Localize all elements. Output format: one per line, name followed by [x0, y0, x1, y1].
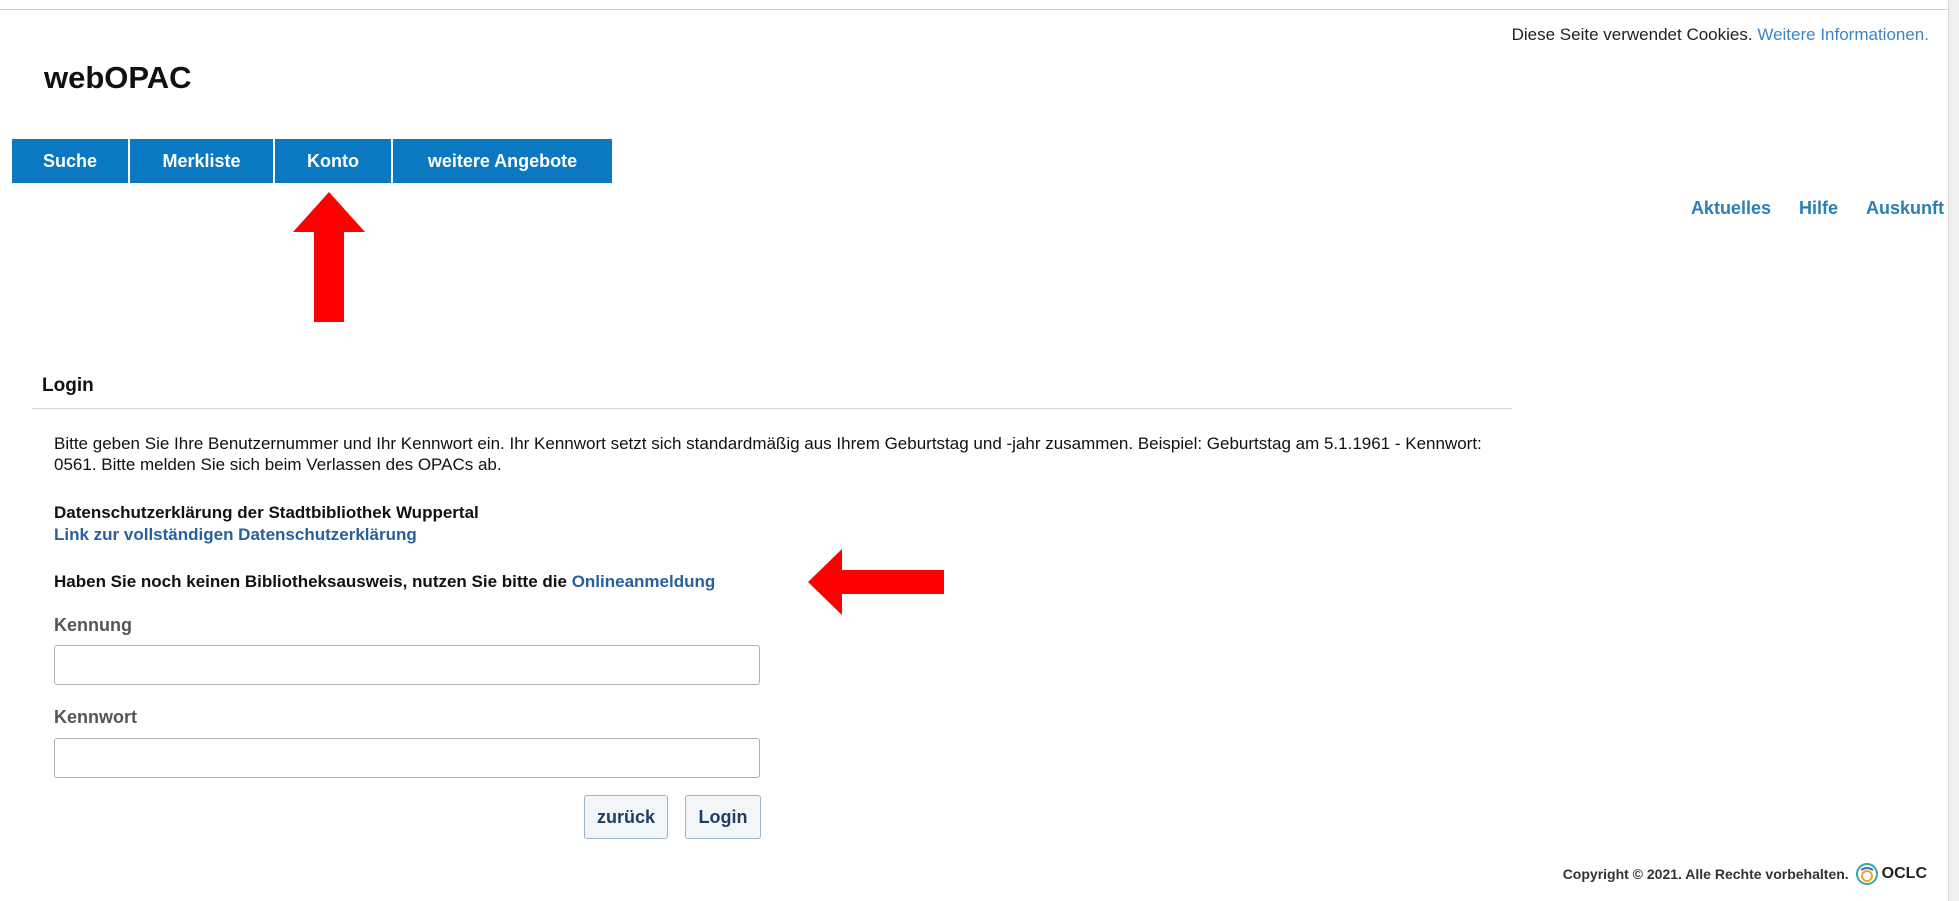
- utility-links: Aktuelles Hilfe Auskunft: [1691, 198, 1944, 219]
- login-instructions: Bitte geben Sie Ihre Benutzernummer und …: [54, 434, 1482, 474]
- nav-tab-weitere-angebote[interactable]: weitere Angebote: [393, 139, 612, 183]
- back-button[interactable]: zurück: [584, 795, 668, 839]
- oclc-brand-text: OCLC: [1881, 865, 1927, 882]
- link-hilfe[interactable]: Hilfe: [1799, 198, 1838, 219]
- window-top-border: [0, 0, 1959, 10]
- cookie-text: Diese Seite verwendet Cookies.: [1511, 25, 1753, 44]
- kennung-label: Kennung: [54, 615, 132, 635]
- no-card-notice: Haben Sie noch keinen Bibliotheksausweis…: [54, 572, 715, 592]
- footer: Copyright © 2021. Alle Rechte vorbehalte…: [1563, 862, 1927, 886]
- privacy-link[interactable]: Link zur vollständigen Datenschutzerklär…: [54, 525, 417, 545]
- nav-tab-merkliste[interactable]: Merkliste: [130, 139, 275, 183]
- cookie-notice: Diese Seite verwendet Cookies. Weitere I…: [1512, 25, 1929, 45]
- link-aktuelles[interactable]: Aktuelles: [1691, 198, 1771, 219]
- nav-tab-konto[interactable]: Konto: [275, 139, 393, 183]
- red-arrow-left-icon: [808, 549, 944, 615]
- online-registration-link[interactable]: Onlineanmeldung: [572, 572, 716, 591]
- oclc-logo-icon: [1855, 863, 1878, 885]
- no-card-text: Haben Sie noch keinen Bibliotheksausweis…: [54, 572, 567, 591]
- main-nav: Suche Merkliste Konto weitere Angebote: [12, 139, 612, 183]
- login-section-title: Login: [42, 375, 94, 396]
- cookie-info-link[interactable]: Weitere Informationen.: [1757, 25, 1929, 44]
- login-button[interactable]: Login: [685, 795, 761, 839]
- section-divider: [32, 408, 1512, 409]
- kennwort-label: Kennwort: [54, 707, 137, 727]
- privacy-title: Datenschutzerklärung der Stadtbibliothek…: [54, 503, 479, 522]
- kennung-input[interactable]: [54, 645, 760, 685]
- window-scrollbar[interactable]: [1948, 0, 1959, 901]
- link-auskunft[interactable]: Auskunft: [1866, 198, 1944, 219]
- kennwort-input[interactable]: [54, 738, 760, 778]
- nav-tab-suche[interactable]: Suche: [12, 139, 130, 183]
- app-title: webOPAC: [44, 60, 192, 95]
- oclc-logo: OCLC: [1855, 862, 1927, 886]
- copyright-text: Copyright © 2021. Alle Rechte vorbehalte…: [1562, 866, 1849, 882]
- red-arrow-up-icon: [293, 192, 365, 322]
